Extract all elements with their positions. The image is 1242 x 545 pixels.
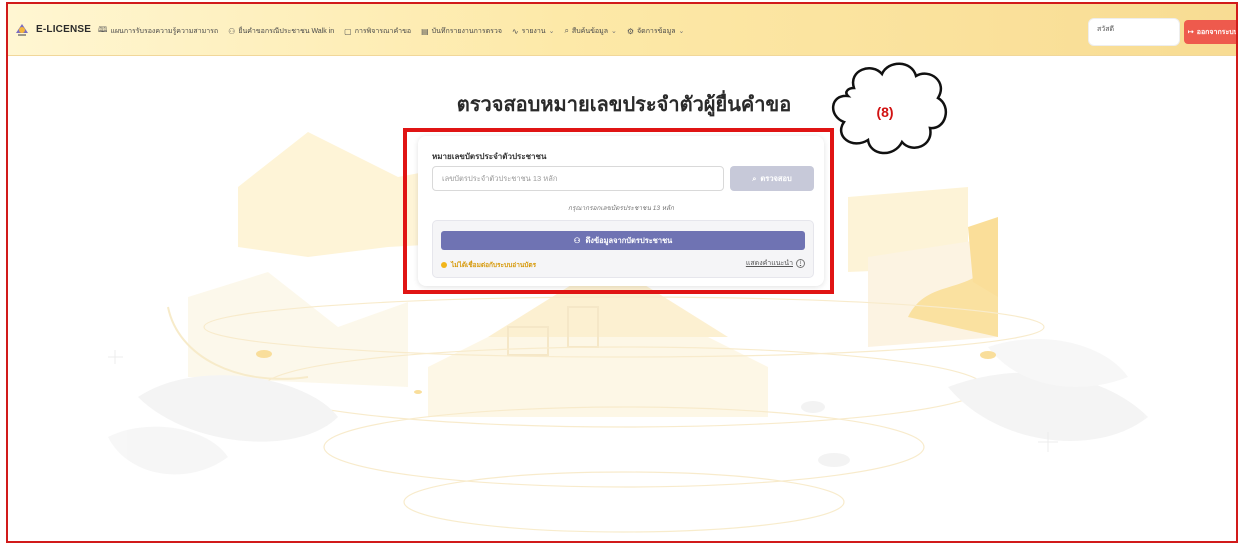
nav-item-label: จัดการข้อมูล <box>637 27 676 35</box>
user-plus-icon: ⚇ <box>228 26 236 36</box>
nav-item-6[interactable]: ⚙ จัดการข้อมูล ⌄ <box>627 26 685 37</box>
document-icon: ▤ <box>421 26 429 36</box>
nav-item-2[interactable]: ▢ การพิจารณาคำขอ <box>344 26 411 37</box>
chevron-down-icon: ⌄ <box>678 28 685 35</box>
user-box[interactable]: สวัสดี <box>1088 18 1180 46</box>
highlight-annotation-box <box>403 128 834 294</box>
nav-item-1[interactable]: ⚇ ยื่นคำขอกรณีประชาชน Walk in <box>228 26 334 37</box>
nav-item-label: แผนการรับรองความรู้ความสามารถ <box>110 27 219 35</box>
nav-item-label: การพิจารณาคำขอ <box>354 27 412 35</box>
nav-item-5[interactable]: ⌕ สืบค้นข้อมูล ⌄ <box>564 26 616 37</box>
page-title: ตรวจสอบหมายเลขประจำตัวผู้ยื่นคำขอ <box>456 94 792 116</box>
brand[interactable]: E-LICENSE <box>14 21 91 37</box>
logout-label: ออกจากระบบ <box>1196 28 1238 36</box>
nav-item-label: บันทึกรายงานการตรวจ <box>431 27 502 35</box>
brand-name: E-LICENSE <box>36 23 92 35</box>
nav-item-label: สืบค้นข้อมูล <box>571 27 608 35</box>
nav-item-label: ยื่นคำขอกรณีประชาชน Walk in <box>238 27 335 35</box>
main-nav: 🕮 แผนการรับรองความรู้ความสามารถ ⚇ ยื่นคำขอก… <box>98 24 684 38</box>
clipboard-icon: ▢ <box>344 26 352 36</box>
nav-item-0[interactable]: 🕮 แผนการรับรองความรู้ความสามารถ <box>98 24 218 38</box>
chevron-down-icon: ⌄ <box>548 28 555 35</box>
callout-label: (8) <box>876 104 894 120</box>
brand-logo-icon <box>16 24 28 36</box>
nav-item-4[interactable]: ∿ รายงาน ⌄ <box>512 26 555 37</box>
search-icon: ⌕ <box>564 26 569 35</box>
nav-item-3[interactable]: ▤ บันทึกรายงานการตรวจ <box>421 26 502 37</box>
activity-icon: ∿ <box>511 26 519 36</box>
settings-icon: ⚙ <box>626 26 635 36</box>
chevron-down-icon: ⌄ <box>611 28 617 35</box>
user-greeting: สวัสดี <box>1097 26 1115 33</box>
nav-item-label: รายงาน <box>521 27 546 35</box>
logout-icon: ↦ <box>1187 29 1194 36</box>
top-navigation-bar: E-LICENSE 🕮 แผนการรับรองความรู้ความสามารถ… <box>8 4 1236 56</box>
book-open-icon: 🕮 <box>98 25 108 34</box>
logout-button[interactable]: ↦ ออกจากระบบ <box>1184 20 1238 44</box>
